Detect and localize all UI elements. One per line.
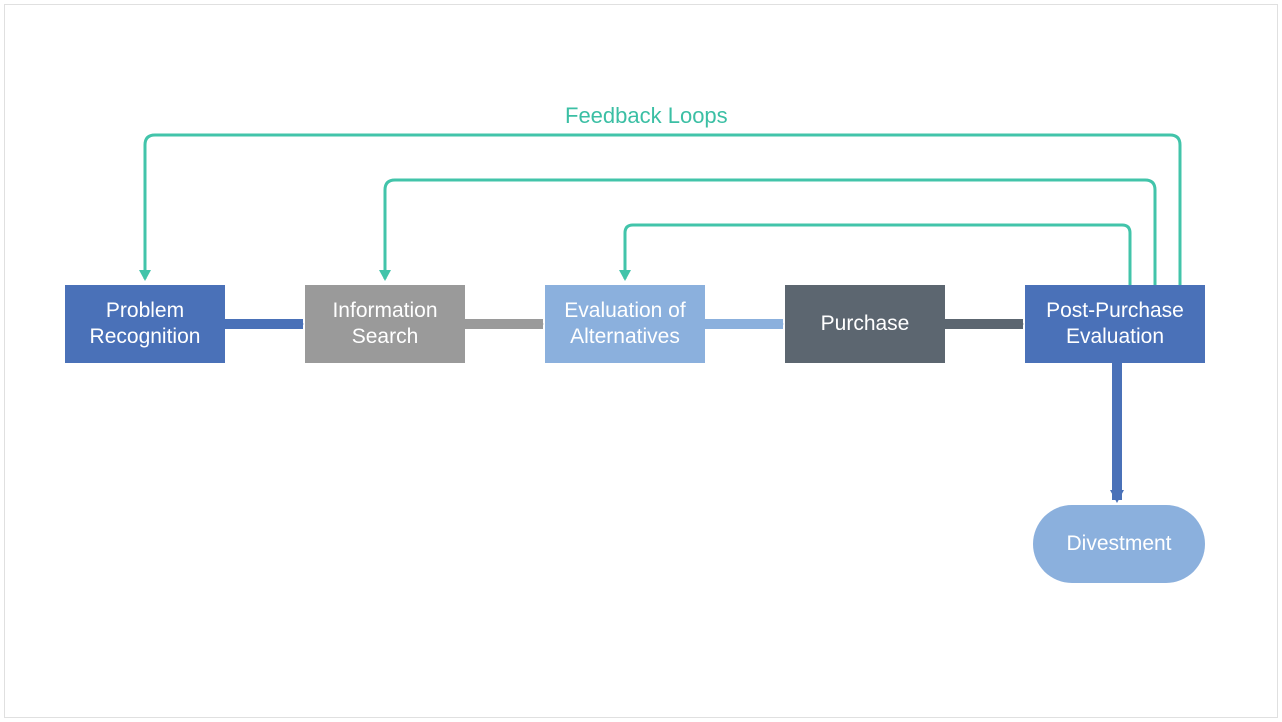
node-post-purchase-evaluation: Post-PurchaseEvaluation [1025, 285, 1205, 363]
node-label: Evaluation ofAlternatives [564, 298, 685, 351]
feedback-n5-n2 [385, 180, 1155, 285]
node-divestment: Divestment [1033, 505, 1205, 583]
node-label: ProblemRecognition [90, 298, 201, 351]
node-label: Divestment [1066, 531, 1171, 557]
diagram-canvas: ProblemRecognition InformationSearch Eva… [4, 4, 1278, 718]
node-label: Post-PurchaseEvaluation [1046, 298, 1184, 351]
node-label: InformationSearch [332, 298, 437, 351]
node-evaluation-alternatives: Evaluation ofAlternatives [545, 285, 705, 363]
node-purchase: Purchase [785, 285, 945, 363]
feedback-n5-n1 [145, 135, 1180, 285]
feedback-loops-label: Feedback Loops [565, 103, 728, 129]
node-label: Purchase [821, 311, 910, 337]
node-problem-recognition: ProblemRecognition [65, 285, 225, 363]
node-information-search: InformationSearch [305, 285, 465, 363]
feedback-n5-n3 [625, 225, 1130, 285]
